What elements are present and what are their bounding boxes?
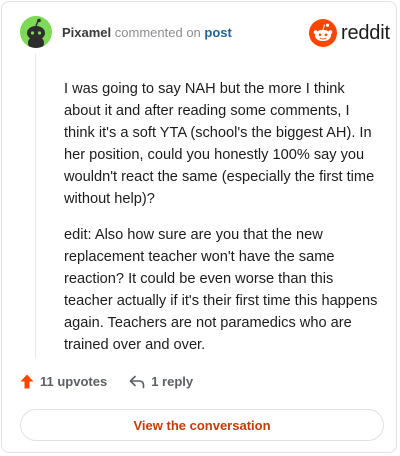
thread-line: [35, 54, 36, 358]
comment-body: I was going to say NAH but the more I th…: [64, 78, 384, 370]
snoo-avatar-icon: [20, 16, 52, 48]
upvote-count: 11 upvotes: [40, 374, 108, 389]
reply-action[interactable]: 1 reply: [129, 374, 193, 389]
comment-paragraph: edit: Also how sure are you that the new…: [64, 227, 378, 353]
view-conversation-button[interactable]: View the conversation: [20, 409, 384, 441]
comment-paragraph: I was going to say NAH but the more I th…: [64, 81, 375, 207]
username[interactable]: Pixamel: [62, 25, 111, 40]
upvote-action[interactable]: 11 upvotes: [20, 374, 107, 389]
post-link[interactable]: post: [204, 25, 231, 40]
upvote-arrow-icon[interactable]: [20, 374, 34, 389]
user-avatar[interactable]: [20, 16, 52, 48]
comment-actions: 11 upvotes 1 reply: [20, 374, 193, 389]
reply-count: 1 reply: [151, 374, 194, 389]
reddit-snoo-icon: [309, 19, 337, 47]
reply-arrow-icon[interactable]: [129, 375, 145, 389]
comment-card: Pixamel commented on post reddit I was g…: [1, 1, 397, 453]
comment-header: Pixamel commented on post: [62, 25, 232, 41]
commented-on-label: commented on: [114, 25, 201, 40]
reddit-wordmark: reddit: [341, 21, 390, 44]
reddit-logo[interactable]: reddit: [309, 19, 390, 47]
